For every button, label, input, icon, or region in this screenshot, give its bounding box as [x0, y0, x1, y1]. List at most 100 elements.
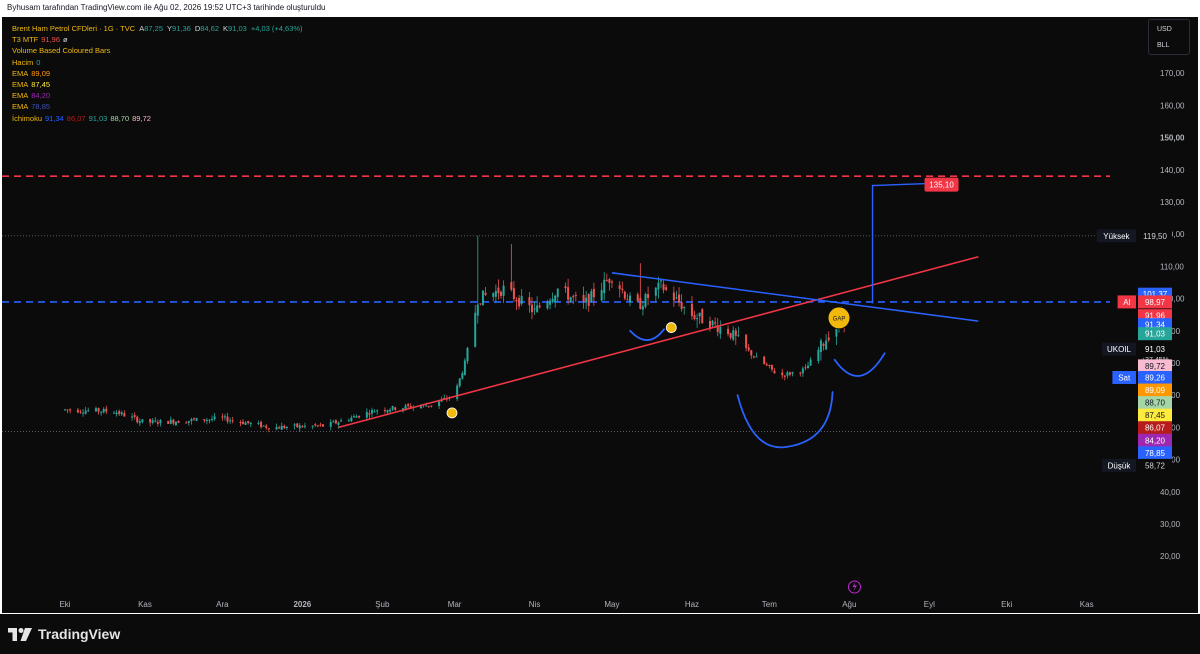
candle-body[interactable] [355, 416, 358, 418]
cup-arc[interactable] [736, 391, 834, 449]
candle-body[interactable] [332, 421, 335, 423]
candle-body[interactable] [82, 412, 85, 414]
candle-body[interactable] [208, 419, 211, 421]
candle-body[interactable] [296, 423, 299, 428]
candle-body[interactable] [675, 297, 678, 299]
candle-body[interactable] [425, 405, 428, 407]
candle-body[interactable] [466, 347, 469, 362]
candle-body[interactable] [770, 364, 773, 370]
candle-body[interactable] [549, 300, 552, 305]
indicator-row[interactable]: Hacim 0 [12, 57, 303, 68]
candle-body[interactable] [618, 285, 621, 290]
candle-body[interactable] [711, 320, 714, 326]
candle-body[interactable] [195, 418, 198, 421]
candle-body[interactable] [430, 405, 433, 407]
candle-body[interactable] [368, 413, 371, 415]
candle-body[interactable] [205, 419, 208, 421]
candle-body[interactable] [149, 419, 152, 423]
candle-body[interactable] [763, 356, 766, 365]
indicator-row[interactable]: EMA 89,09 [12, 68, 303, 79]
candle-body[interactable] [458, 378, 461, 387]
candle-body[interactable] [592, 288, 595, 298]
candle-body[interactable] [799, 372, 802, 374]
candle-body[interactable] [701, 309, 704, 324]
candle-body[interactable] [167, 421, 170, 424]
candle-body[interactable] [322, 424, 324, 427]
candle-body[interactable] [788, 372, 791, 375]
candle-body[interactable] [394, 407, 397, 410]
currency-box[interactable]: USD BLL [1148, 19, 1190, 55]
candle-body[interactable] [141, 419, 144, 422]
candle-body[interactable] [247, 421, 250, 424]
candle-body[interactable] [94, 408, 97, 412]
candle-body[interactable] [298, 425, 301, 429]
candle-body[interactable] [100, 411, 103, 413]
candle-body[interactable] [819, 340, 822, 353]
tradingview-logo[interactable]: TradingView [8, 626, 120, 642]
candle-body[interactable] [280, 425, 283, 430]
candle-body[interactable] [572, 296, 575, 298]
candle-body[interactable] [229, 420, 232, 422]
candle-body[interactable] [791, 372, 794, 374]
candle-body[interactable] [260, 421, 263, 428]
candle-body[interactable] [456, 385, 459, 399]
candle-body[interactable] [600, 290, 603, 301]
candle-body[interactable] [285, 426, 288, 428]
indicator-row[interactable]: İchimoku 91,34 86,07 91,03 88,70 89,72 [12, 113, 303, 124]
candle-body[interactable] [623, 291, 626, 299]
candle-body[interactable] [693, 314, 696, 319]
candle-body[interactable] [87, 410, 90, 412]
event-marker-icon[interactable] [446, 407, 458, 419]
candle-body[interactable] [427, 405, 430, 407]
candle-body[interactable] [538, 305, 541, 308]
candle-body[interactable] [76, 409, 79, 413]
candle-body[interactable] [476, 304, 479, 316]
candle-body[interactable] [494, 291, 497, 297]
candle-body[interactable] [231, 420, 234, 422]
candle-body[interactable] [358, 415, 361, 418]
candle-body[interactable] [750, 350, 753, 356]
candle-body[interactable] [249, 422, 252, 425]
candle-body[interactable] [610, 281, 613, 283]
candle-body[interactable] [265, 425, 268, 428]
candle-body[interactable] [278, 427, 281, 429]
candle-body[interactable] [827, 337, 830, 341]
candle-body[interactable] [500, 291, 503, 296]
candle-body[interactable] [729, 333, 732, 338]
candle-body[interactable] [386, 410, 389, 413]
candle-body[interactable] [512, 288, 515, 299]
candle-body[interactable] [407, 404, 410, 407]
candle-body[interactable] [244, 422, 247, 425]
candle-body[interactable] [783, 375, 786, 377]
candle-body[interactable] [804, 367, 807, 369]
candle-body[interactable] [123, 413, 126, 417]
candle-body[interactable] [203, 419, 206, 421]
candle-body[interactable] [657, 282, 660, 290]
candle-body[interactable] [747, 347, 750, 351]
candle-body[interactable] [177, 420, 180, 423]
candle-body[interactable] [133, 415, 136, 417]
indicator-row[interactable]: EMA 87,45 [12, 79, 303, 90]
candle-body[interactable] [113, 412, 116, 414]
candle-body[interactable] [786, 372, 789, 376]
candle-body[interactable] [533, 308, 536, 310]
candle-body[interactable] [636, 294, 639, 302]
candle-body[interactable] [755, 356, 758, 358]
candle-body[interactable] [569, 297, 572, 302]
candle-body[interactable] [665, 287, 668, 290]
shoulder-arc[interactable] [629, 328, 665, 341]
candle-body[interactable] [696, 318, 699, 320]
candle-body[interactable] [311, 425, 314, 427]
candle-body[interactable] [365, 412, 368, 418]
candle-body[interactable] [492, 293, 495, 297]
candle-body[interactable] [773, 370, 776, 374]
candle-body[interactable] [647, 293, 650, 299]
candle-body[interactable] [639, 297, 642, 309]
candle-body[interactable] [605, 279, 608, 281]
candle-body[interactable] [314, 424, 317, 426]
candle-body[interactable] [690, 303, 693, 316]
candle-body[interactable] [185, 422, 188, 424]
candle-body[interactable] [626, 299, 629, 301]
candle-body[interactable] [151, 420, 154, 423]
candle-body[interactable] [301, 426, 304, 428]
